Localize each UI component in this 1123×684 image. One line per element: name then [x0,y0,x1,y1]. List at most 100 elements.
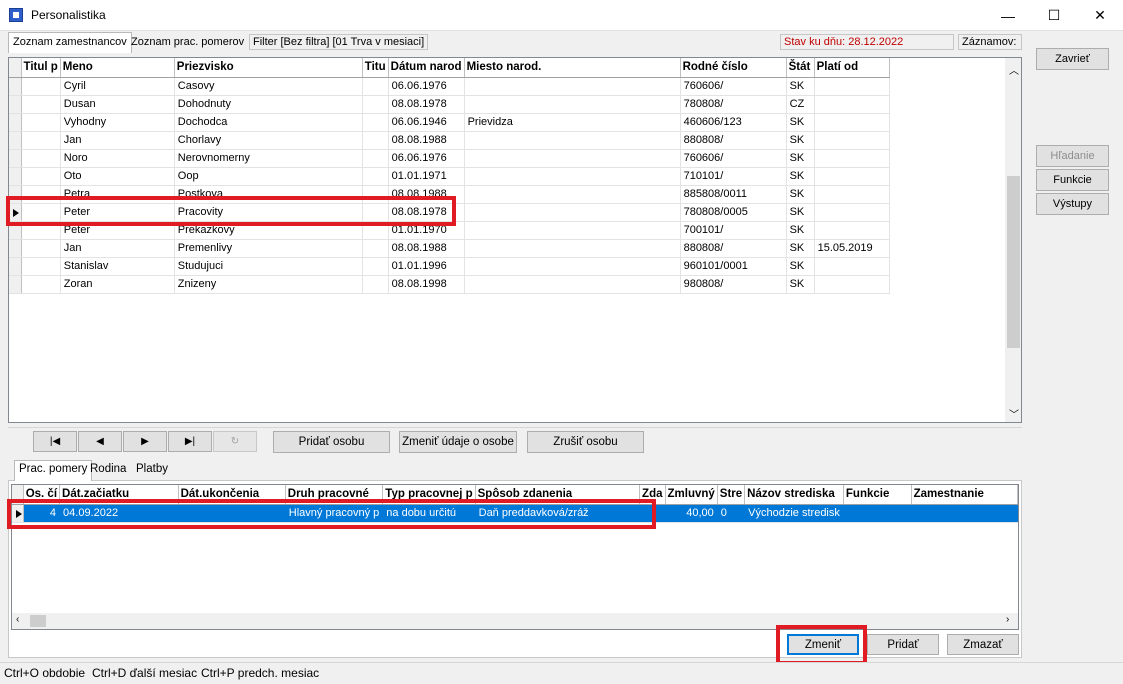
employee-cell[interactable]: Nerovnomerny [174,149,363,168]
tab-prac-pomery[interactable]: Prac. pomery [14,460,93,481]
employee-cell[interactable]: CZ [786,95,815,114]
employee-cell[interactable]: Prievidza [464,113,681,132]
employee-cell[interactable] [464,131,681,150]
scroll-right-icon[interactable]: › [1006,614,1009,625]
employee-cell[interactable] [464,221,681,240]
employee-cell[interactable]: 06.06.1976 [388,77,465,96]
row-indicator[interactable] [9,239,22,258]
employee-column-header[interactable]: Miesto narod. [464,58,681,78]
employee-cell[interactable]: 01.01.1996 [388,257,465,276]
hscroll-thumb[interactable] [30,615,46,627]
employee-cell[interactable]: SK [786,239,815,258]
employee-cell[interactable] [21,275,61,294]
employee-cell[interactable]: SK [786,221,815,240]
employee-cell[interactable] [21,77,61,96]
employee-cell[interactable]: Chorlavy [174,131,363,150]
row-indicator[interactable] [9,77,22,96]
employee-cell[interactable] [814,203,890,222]
employee-cell[interactable]: 08.08.1978 [388,95,465,114]
employee-cell[interactable]: 700101/ [680,221,787,240]
employee-cell[interactable] [362,77,389,96]
row-indicator[interactable] [9,257,22,276]
employee-cell[interactable] [21,239,61,258]
contract-cell[interactable] [843,504,912,523]
employee-cell[interactable] [362,167,389,186]
employee-column-header[interactable]: Rodné číslo [680,58,787,78]
employee-cell[interactable] [464,77,681,96]
row-indicator[interactable] [9,113,22,132]
employee-cell[interactable]: Zoran [60,275,175,294]
employee-cell[interactable]: SK [786,257,815,276]
contract-cell[interactable]: 0 [717,504,746,523]
employee-cell[interactable]: 760606/ [680,77,787,96]
employee-cell[interactable] [21,167,61,186]
prev-record-button[interactable]: ◀ [78,431,122,452]
employee-cell[interactable]: 980808/ [680,275,787,294]
employee-cell[interactable] [464,185,681,204]
next-record-button[interactable]: ▶ [123,431,167,452]
employee-cell[interactable] [814,95,890,114]
row-indicator[interactable] [9,167,22,186]
row-indicator[interactable] [9,131,22,150]
employee-cell[interactable]: 710101/ [680,167,787,186]
filter-box[interactable]: Filter [Bez filtra] [01 Trva v mesiaci] [249,34,429,50]
employee-cell[interactable] [362,131,389,150]
employee-row[interactable]: Jan Chorlavy 08.08.1988 880808/SK [9,131,890,150]
row-indicator[interactable] [9,95,22,114]
employee-cell[interactable] [21,149,61,168]
pridat-button[interactable]: Pridať [867,634,939,655]
employee-cell[interactable] [814,257,890,276]
employee-cell[interactable]: Noro [60,149,175,168]
tab-zoznam-prac-pomerov[interactable]: Zoznam prac. pomerov [127,33,248,53]
employee-cell[interactable] [814,185,890,204]
employee-cell[interactable]: 06.06.1946 [388,113,465,132]
employee-cell[interactable]: 780808/ [680,95,787,114]
zmazat-button[interactable]: Zmazať [947,634,1019,655]
employee-cell[interactable] [464,149,681,168]
employee-cell[interactable]: Jan [60,239,175,258]
zavriet-button[interactable]: Zavrieť [1036,48,1109,70]
employee-cell[interactable]: SK [786,77,815,96]
employee-cell[interactable]: 08.08.1998 [388,275,465,294]
employee-cell[interactable]: Jan [60,131,175,150]
refresh-icon[interactable]: ↻ [213,431,257,452]
last-record-button[interactable]: ▶| [168,431,212,452]
employee-cell[interactable] [362,95,389,114]
close-button[interactable]: ✕ [1077,0,1123,31]
employee-cell[interactable]: Casovy [174,77,363,96]
minimize-button[interactable]: — [985,0,1031,31]
employee-column-header[interactable]: Titul p [21,58,61,78]
vystupy-button[interactable]: Výstupy [1036,193,1109,215]
employee-column-header[interactable]: Priezvisko [174,58,363,78]
employee-cell[interactable] [464,257,681,276]
employee-cell[interactable] [362,113,389,132]
row-indicator[interactable] [9,149,22,168]
employee-cell[interactable] [21,257,61,276]
employee-cell[interactable] [814,149,890,168]
contract-column-header[interactable]: Stre [717,485,746,505]
employee-cell[interactable] [362,257,389,276]
employee-cell[interactable]: Vyhodny [60,113,175,132]
employee-cell[interactable]: Cyril [60,77,175,96]
employee-column-header[interactable]: Meno [60,58,175,78]
contract-column-header[interactable]: Zmluvný [665,485,718,505]
employee-cell[interactable]: Stanislav [60,257,175,276]
row-indicator[interactable] [9,275,22,294]
employee-cell[interactable]: 15.05.2019 [814,239,890,258]
employee-cell[interactable]: Dusan [60,95,175,114]
employee-cell[interactable] [464,167,681,186]
employee-cell[interactable] [814,221,890,240]
employee-cell[interactable]: 780808/0005 [680,203,787,222]
employee-cell[interactable]: Studujuci [174,257,363,276]
employee-cell[interactable] [21,113,61,132]
contract-cell[interactable] [911,504,1018,523]
scroll-left-icon[interactable]: ‹ [16,614,19,625]
employee-cell[interactable]: 880808/ [680,239,787,258]
funkcie-button[interactable]: Funkcie [1036,169,1109,191]
employee-cell[interactable]: 960101/0001 [680,257,787,276]
tab-zoznam-zamestnancov[interactable]: Zoznam zamestnancov [8,32,132,53]
employee-row[interactable]: Cyril Casovy 06.06.1976 760606/SK [9,77,890,96]
employee-cell[interactable] [814,275,890,294]
employee-cell[interactable]: 460606/123 [680,113,787,132]
employee-cell[interactable]: 01.01.1971 [388,167,465,186]
